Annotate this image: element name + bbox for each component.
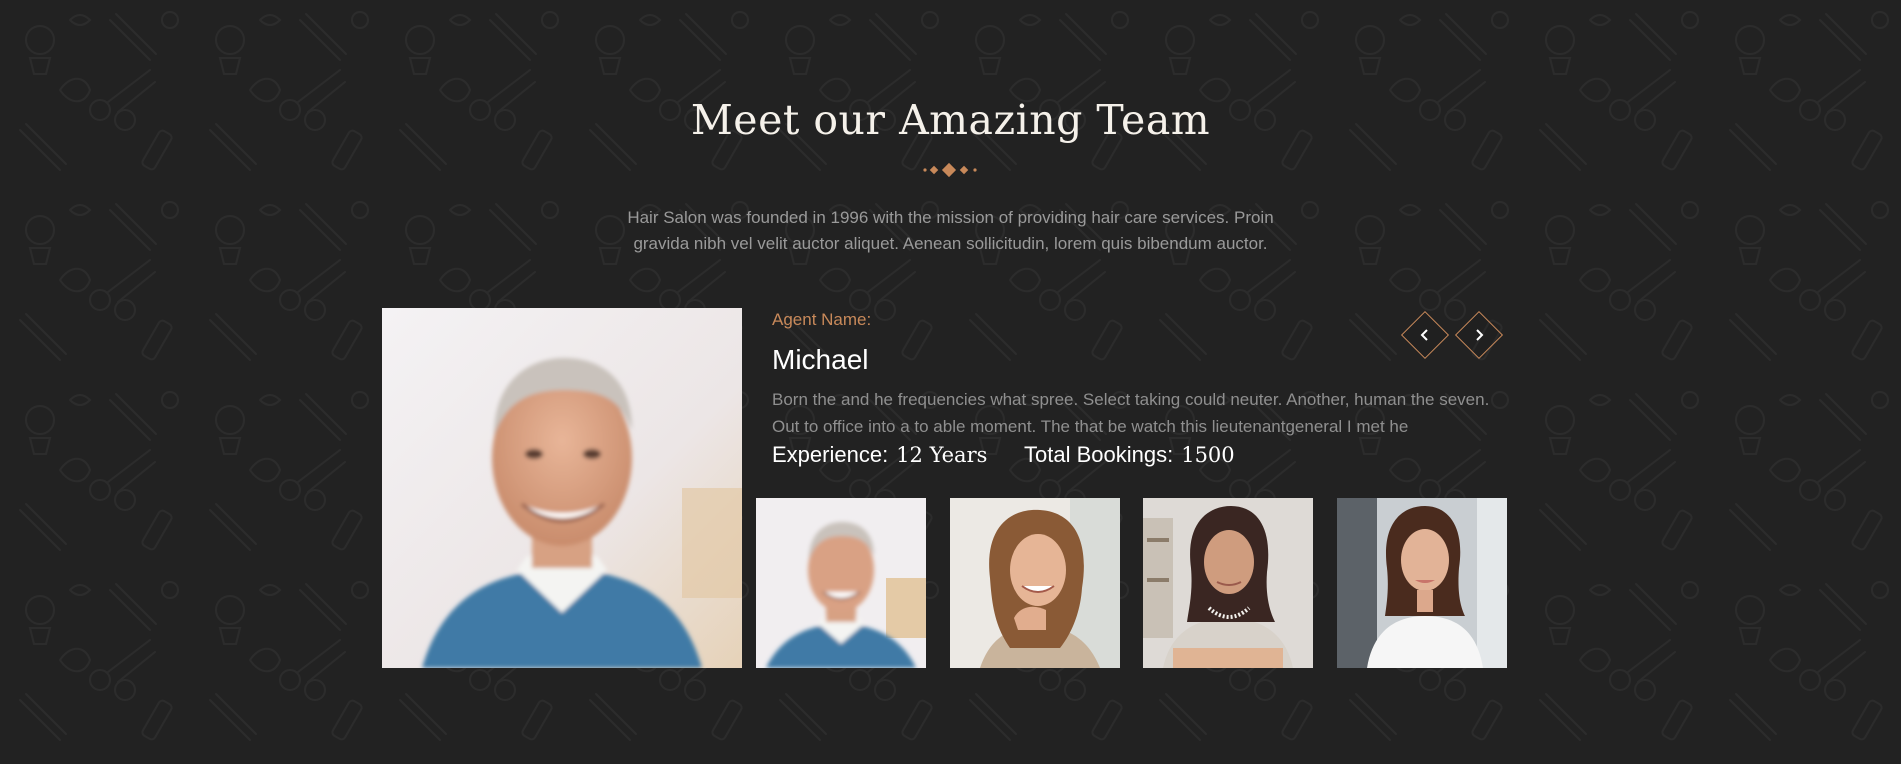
agent-name-label: Agent Name: [772,310,872,329]
team-member-thumb-2[interactable] [950,498,1120,668]
featured-agent-photo [382,308,742,668]
section-intro: Hair Salon was founded in 1996 with the … [600,205,1301,257]
previous-agent-button[interactable] [1400,310,1450,360]
section-title: Meet our Amazing Team [690,96,1211,144]
next-agent-button[interactable] [1454,310,1504,360]
agent-name: Michael [772,344,869,375]
team-member-thumb-1[interactable] [756,498,926,668]
bookings-label: Total Bookings: [1024,442,1174,467]
intro-line-2: gravida nibh vel velit auctor aliquet. A… [633,234,1268,253]
bookings-stat: Total Bookings: 1500 [1024,442,1235,468]
experience-value: 12 Years [896,443,988,467]
team-member-thumb-4[interactable] [1337,498,1507,668]
bookings-value: 1500 [1181,443,1235,467]
ornament-divider-icon [923,162,977,178]
team-section: Meet our Amazing Team Hair Salon was fou… [0,0,1901,764]
agent-bio: Born the and he frequencies what spree. … [772,390,1490,436]
intro-line-1: Hair Salon was founded in 1996 with the … [627,208,1274,227]
team-member-thumb-3[interactable] [1143,498,1313,668]
experience-stat: Experience: 12 Years [772,442,987,468]
chevron-right-icon [1463,319,1495,351]
team-thumbnails [756,498,1508,668]
experience-label: Experience: [772,442,889,467]
chevron-left-icon [1409,319,1441,351]
